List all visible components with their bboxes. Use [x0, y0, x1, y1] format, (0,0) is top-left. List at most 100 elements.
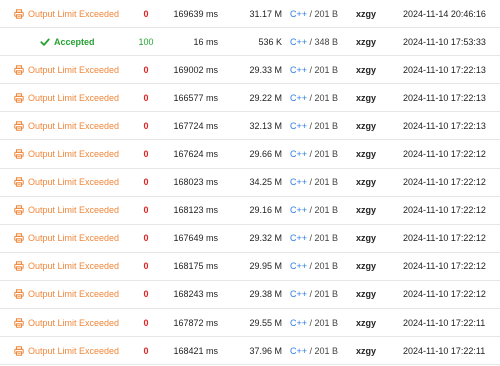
memory-cell: 29.55 M — [249, 317, 282, 328]
language-link[interactable]: C++ — [290, 121, 307, 131]
status-link[interactable]: Output Limit Exceeded — [14, 9, 134, 19]
status-link[interactable]: Output Limit Exceeded — [14, 318, 134, 328]
code-size-link[interactable]: / 201 B — [310, 9, 339, 19]
time-cell: 169639 ms — [173, 8, 218, 19]
printer-icon — [14, 8, 24, 19]
language-link[interactable]: C++ — [290, 318, 307, 328]
memory-cell: 32.13 M — [249, 120, 282, 131]
code-size-link[interactable]: / 201 B — [310, 261, 339, 271]
time-cell: 16 ms — [193, 36, 218, 47]
user-link[interactable]: xzgy — [356, 205, 396, 215]
code-size-link[interactable]: / 201 B — [310, 318, 339, 328]
status-link[interactable]: Output Limit Exceeded — [14, 289, 134, 299]
time-cell: 167872 ms — [173, 317, 218, 328]
status-link[interactable]: Output Limit Exceeded — [14, 205, 134, 215]
status-link[interactable]: Output Limit Exceeded — [14, 346, 134, 356]
language-link[interactable]: C++ — [290, 289, 307, 299]
code-size-link[interactable]: / 201 B — [310, 65, 339, 75]
user-link[interactable]: xzgy — [356, 289, 396, 299]
code-size-link[interactable]: / 201 B — [310, 346, 339, 356]
printer-icon — [14, 317, 24, 328]
printer-icon — [14, 121, 24, 131]
user-link[interactable]: xzgy — [356, 233, 396, 243]
submit-time-cell: 2024-11-14 20:46:16 — [403, 8, 486, 19]
score-cell: 0 — [143, 149, 149, 160]
language-cell: C++ / 201 B — [290, 346, 350, 356]
printer-icon — [14, 261, 24, 272]
status-label: Output Limit Exceeded — [28, 345, 120, 356]
user-link[interactable]: xzgy — [356, 37, 396, 47]
score-cell: 0 — [143, 177, 149, 188]
language-link[interactable]: C++ — [290, 233, 307, 243]
code-size-link[interactable]: / 201 B — [310, 93, 339, 103]
table-row: Output Limit Exceeded 0 168243 ms 29.38 … — [0, 281, 500, 310]
status-label: Output Limit Exceeded — [28, 261, 120, 272]
user-link[interactable]: xzgy — [356, 149, 396, 159]
language-cell: C++ / 201 B — [290, 177, 350, 187]
language-link[interactable]: C++ — [290, 65, 307, 75]
code-size-link[interactable]: / 201 B — [310, 149, 339, 159]
code-size-link[interactable]: / 201 B — [310, 205, 339, 215]
table-row: Accepted 100 16 ms 536 K C++ / 348 B xzg… — [0, 28, 500, 57]
check-icon — [40, 37, 50, 47]
language-cell: C++ / 348 B — [290, 37, 350, 47]
status-link[interactable]: Output Limit Exceeded — [14, 261, 134, 271]
submit-time-cell: 2024-11-10 17:53:33 — [403, 36, 486, 47]
time-cell: 166577 ms — [173, 92, 218, 103]
submit-time-cell: 2024-11-10 17:22:13 — [403, 64, 486, 75]
status-link[interactable]: Output Limit Exceeded — [14, 177, 134, 187]
user-link[interactable]: xzgy — [356, 121, 396, 131]
code-size-link[interactable]: / 201 B — [310, 233, 339, 243]
submit-time-cell: 2024-11-10 17:22:12 — [403, 261, 486, 272]
status-label: Output Limit Exceeded — [28, 92, 120, 103]
printer-icon — [14, 149, 24, 159]
language-cell: C++ / 201 B — [290, 65, 350, 75]
user-link[interactable]: xzgy — [356, 9, 396, 19]
code-size-link[interactable]: / 201 B — [310, 289, 339, 299]
time-cell: 167624 ms — [173, 149, 218, 160]
time-cell: 168123 ms — [173, 205, 218, 216]
language-link[interactable]: C++ — [290, 346, 307, 356]
language-cell: C++ / 201 B — [290, 205, 350, 215]
user-link[interactable]: xzgy — [356, 261, 396, 271]
language-link[interactable]: C++ — [290, 149, 307, 159]
time-cell: 167724 ms — [173, 120, 218, 131]
score-cell: 0 — [143, 205, 149, 216]
status-label: Output Limit Exceeded — [28, 64, 120, 75]
submit-time-cell: 2024-11-10 17:22:11 — [403, 345, 486, 356]
code-size-link[interactable]: / 348 B — [310, 37, 339, 47]
language-link[interactable]: C++ — [290, 205, 307, 215]
status-link[interactable]: Output Limit Exceeded — [14, 149, 134, 159]
memory-cell: 31.17 M — [249, 8, 282, 19]
user-link[interactable]: xzgy — [356, 93, 396, 103]
status-link[interactable]: Output Limit Exceeded — [14, 65, 134, 75]
language-link[interactable]: C++ — [290, 9, 307, 19]
language-cell: C++ / 201 B — [290, 318, 350, 328]
status-label: Output Limit Exceeded — [28, 233, 120, 244]
status-link[interactable]: Output Limit Exceeded — [14, 93, 134, 103]
user-link[interactable]: xzgy — [356, 65, 396, 75]
user-link[interactable]: xzgy — [356, 177, 396, 187]
table-row: Output Limit Exceeded 0 167649 ms 29.32 … — [0, 225, 500, 253]
score-cell: 0 — [143, 317, 149, 328]
code-size-link[interactable]: / 201 B — [310, 177, 339, 187]
status-link[interactable]: Output Limit Exceeded — [14, 233, 134, 243]
printer-icon — [14, 233, 24, 243]
status-link[interactable]: Output Limit Exceeded — [14, 121, 134, 131]
code-size-link[interactable]: / 201 B — [310, 121, 339, 131]
submit-time-cell: 2024-11-10 17:22:12 — [403, 177, 486, 188]
table-row: Output Limit Exceeded 0 167872 ms 29.55 … — [0, 309, 500, 338]
submit-time-cell: 2024-11-10 17:22:12 — [403, 149, 486, 160]
user-link[interactable]: xzgy — [356, 346, 396, 356]
language-link[interactable]: C++ — [290, 177, 307, 187]
user-link[interactable]: xzgy — [356, 318, 396, 328]
language-link[interactable]: C++ — [290, 261, 307, 271]
score-cell: 0 — [143, 92, 149, 103]
language-link[interactable]: C++ — [290, 93, 307, 103]
language-link[interactable]: C++ — [290, 37, 307, 47]
table-row: Output Limit Exceeded 0 166577 ms 29.22 … — [0, 84, 500, 113]
table-row: Output Limit Exceeded 0 167724 ms 32.13 … — [0, 112, 500, 141]
memory-cell: 37.96 M — [249, 345, 282, 356]
submissions-table: Output Limit Exceeded 0 169639 ms 31.17 … — [0, 0, 500, 366]
status-label: Output Limit Exceeded — [28, 149, 120, 160]
